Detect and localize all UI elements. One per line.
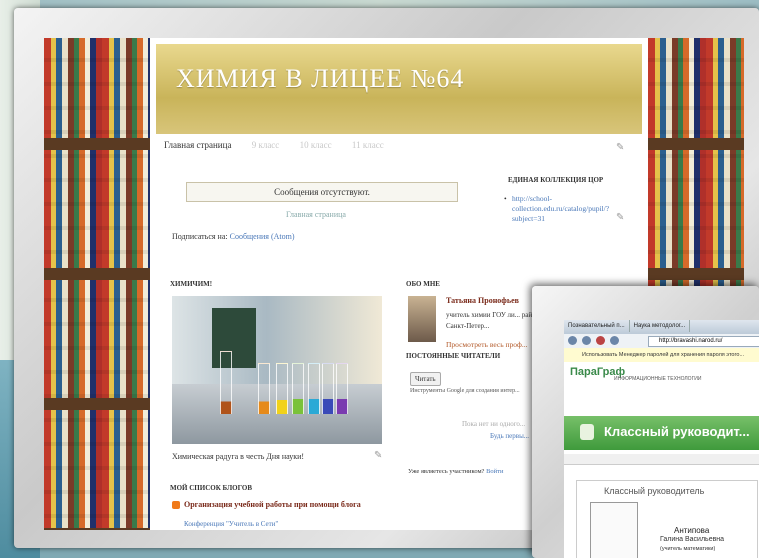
no-posts-notice: Сообщения отсутствуют. [186, 182, 458, 202]
edit-icon[interactable]: ✎ [616, 142, 624, 153]
blog-list-item[interactable]: Организация учебной работы при помощи бл… [172, 500, 361, 510]
teacher-icon [580, 424, 594, 440]
address-bar[interactable]: http://bravashi.narod.ru/ [648, 336, 759, 347]
collection-link[interactable]: http://school-collection.edu.ru/catalog/… [504, 194, 632, 224]
blog-title: ХИМИЯ В ЛИЦЕЕ №64 [176, 64, 465, 93]
chemistry-photo [172, 296, 382, 444]
about-name[interactable]: Татьяна Пронофьев [446, 296, 519, 305]
page-toolbar [564, 454, 759, 465]
browser-tab[interactable]: Познавательный п... [564, 320, 630, 332]
full-profile-link[interactable]: Просмотреть весь проф... [446, 340, 528, 349]
home-link[interactable]: Главная страница [286, 210, 346, 219]
subscribe-label: Подписаться на: [172, 232, 228, 241]
nav-grade-11[interactable]: 11 класс [352, 140, 384, 150]
overlay-screenshot: Познавательный п... Наука методолог... ht… [564, 320, 759, 558]
follow-button[interactable]: Читать [410, 372, 441, 386]
teacher-full-name: Галина Васильевна [660, 536, 725, 543]
banner-title: Классный руководит... [604, 424, 750, 439]
blog-item-subtitle[interactable]: Конференция "Учитель в Сети" [184, 520, 278, 528]
panel-title: Классный руководитель [604, 486, 705, 496]
edit-icon[interactable]: ✎ [374, 450, 382, 461]
nav-grade-9[interactable]: 9 класс [252, 140, 280, 150]
browser-toolbar: http://bravashi.narod.ru/ [564, 334, 759, 348]
subscribe-line: Подписаться на: Сообщения (Atom) [172, 232, 295, 241]
teacher-photo [590, 502, 638, 558]
back-icon[interactable] [568, 336, 577, 345]
edit-icon[interactable]: ✎ [616, 212, 624, 223]
browser-tabbar: Познавательный п... Наука методолог... [564, 320, 759, 334]
blogger-icon [172, 501, 180, 510]
blog-nav: Главная страница 9 класс 10 класс 11 кла… [164, 140, 402, 150]
teacher-surname: Антипова [674, 526, 710, 535]
stop-icon[interactable] [596, 336, 605, 345]
follow-note: Инструменты Google для создания интер... [410, 388, 520, 394]
readers-title: ПОСТОЯННЫЕ ЧИТАТЕЛИ [406, 352, 501, 360]
teacher-role: (учитель математики) [660, 546, 716, 552]
home-icon[interactable] [610, 336, 619, 345]
nav-grade-10[interactable]: 10 класс [300, 140, 332, 150]
atom-feed-link[interactable]: Сообщения (Atom) [230, 232, 295, 241]
sign-in-link[interactable]: Войти [486, 468, 503, 475]
chem-section-title: ХИМИЧИМ! [170, 280, 213, 288]
blog-list-title: МОЙ СПИСОК БЛОГОВ [170, 484, 253, 492]
member-question-text: Уже являетесь участником? [408, 468, 485, 475]
member-question: Уже являетесь участником? Войти [408, 468, 503, 475]
about-title: ОБО МНЕ [406, 280, 440, 288]
be-first-link[interactable]: Будь первы... [490, 432, 529, 440]
collection-title: ЕДИНАЯ КОЛЛЕКЦИЯ ЦОР [508, 176, 604, 184]
browser-tab[interactable]: Наука методолог... [630, 320, 691, 332]
avatar[interactable] [408, 296, 436, 342]
paragraph-logo: ПараГраф ИНФОРМАЦИОННЫЕ ТЕХНОЛОГИИ [570, 366, 701, 382]
password-notice: Использовать Менеджер паролей для хранен… [564, 348, 759, 362]
nav-home[interactable]: Главная страница [164, 140, 231, 150]
no-readers-text: Пока нет ни одного... [462, 420, 526, 428]
bookshelf-left [44, 38, 150, 530]
photo-caption: Химическая радуга в честь Дня науки! [172, 452, 305, 461]
logo-subtitle: ИНФОРМАЦИОННЫЕ ТЕХНОЛОГИИ [614, 376, 702, 382]
blog-header: ХИМИЯ В ЛИЦЕЕ №64 [156, 44, 642, 134]
forward-icon[interactable] [582, 336, 591, 345]
blog-item-title[interactable]: Организация учебной работы при помощи бл… [184, 500, 361, 509]
class-teacher-banner: Классный руководит... [564, 416, 759, 450]
